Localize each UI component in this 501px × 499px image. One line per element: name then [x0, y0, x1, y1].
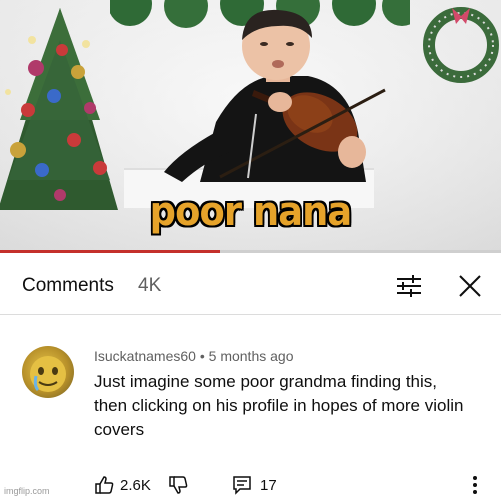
comment-time: 5 months ago [208, 348, 294, 364]
wreath-icon [423, 7, 499, 83]
comment-actions: 2.6K 17 [94, 473, 494, 497]
comment-text: Just imagine some poor grandma finding t… [94, 372, 464, 439]
reply-count: 17 [260, 477, 277, 494]
meta-separator: • [199, 348, 205, 364]
like-count: 2.6K [120, 477, 151, 494]
comments-count: 4K [138, 275, 162, 296]
meme-caption: poor nana [149, 189, 353, 235]
avatar-face-icon [30, 356, 66, 392]
comments-header: Comments 4K [0, 262, 501, 310]
reply-icon[interactable] [232, 475, 252, 495]
imgflip-watermark: imgflip.com [4, 486, 50, 496]
more-vertical-icon[interactable] [470, 473, 480, 497]
comment-author[interactable]: Isuckatnames60 [94, 348, 196, 364]
filter-sliders-icon[interactable] [395, 273, 423, 299]
comment-meta: Isuckatnames60 • 5 months ago [94, 348, 293, 364]
thumbs-down-icon[interactable] [168, 475, 188, 495]
comments-title: Comments [22, 275, 114, 296]
progress-fill [0, 250, 221, 253]
close-icon[interactable] [457, 273, 483, 299]
avatar[interactable] [22, 346, 74, 398]
header-divider [0, 314, 501, 315]
violinist [164, 9, 386, 182]
thumbs-up-icon[interactable] [94, 475, 114, 495]
christmas-tree-icon [0, 8, 118, 210]
